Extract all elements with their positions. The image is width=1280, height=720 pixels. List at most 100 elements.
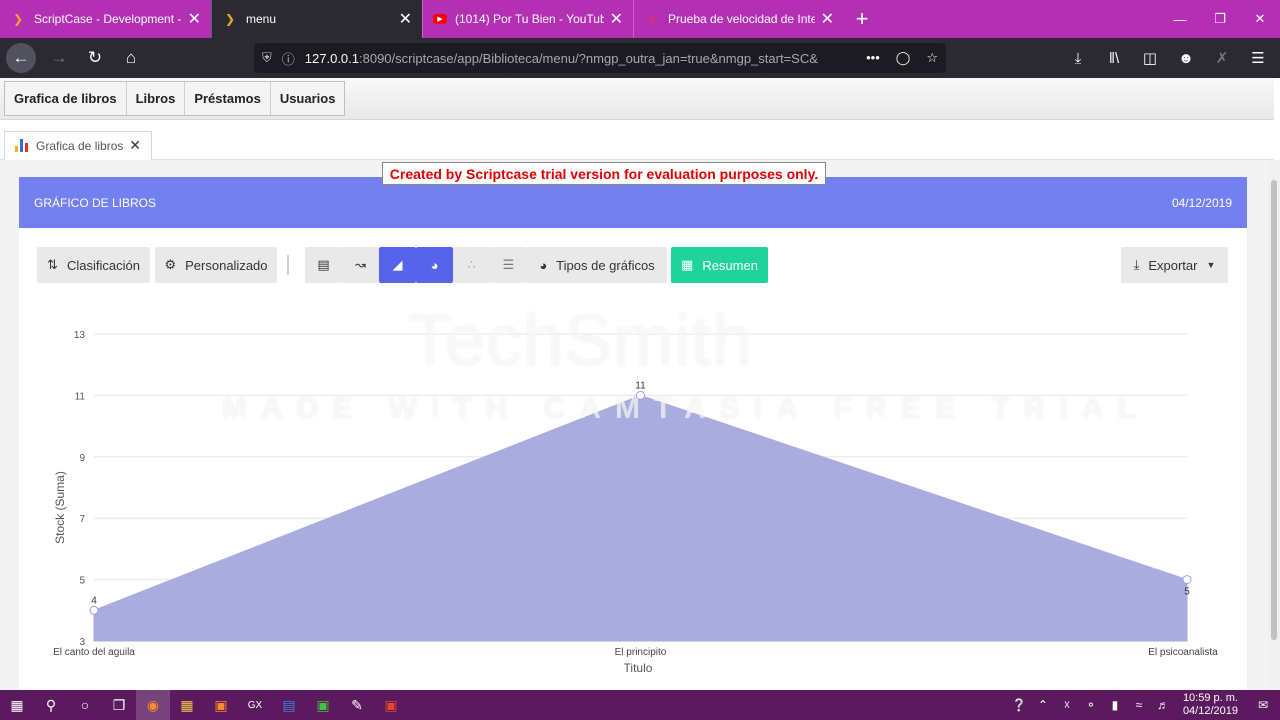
app-icon-red[interactable]: ▣ bbox=[374, 690, 408, 720]
area-chart-type-button[interactable]: ◢ bbox=[379, 247, 416, 283]
pie-chart-type-button[interactable]: ◕ bbox=[416, 247, 453, 283]
url-host: 127.0.0.1 bbox=[304, 50, 359, 66]
table-icon: ▦ bbox=[681, 257, 694, 272]
home-button[interactable]: ⌂ bbox=[114, 41, 148, 75]
clock[interactable]: 10:59 p. m. 04/12/2019 bbox=[1175, 692, 1246, 718]
pocket-icon[interactable]: ◯ bbox=[896, 50, 911, 66]
app-icon-orange[interactable]: ▣ bbox=[204, 690, 238, 720]
windows-start-icon[interactable]: ▦ bbox=[0, 690, 34, 720]
file-explorer-icon[interactable]: ▦ bbox=[170, 690, 204, 720]
library-icon[interactable]: ‖\ bbox=[1096, 41, 1132, 75]
y-tick-label: 7 bbox=[79, 514, 85, 525]
extension-icon[interactable]: ✗ bbox=[1204, 41, 1240, 75]
chevron-up-icon[interactable]: ⌃ bbox=[1031, 698, 1055, 712]
watermark-brand: TechSmith bbox=[408, 301, 754, 381]
menu-item-grafica[interactable]: Grafica de libros bbox=[5, 82, 127, 115]
browser-tab-scriptcase[interactable]: ❯ ScriptCase - Development - a ✕ bbox=[0, 0, 211, 38]
notifications-icon[interactable]: ✉ bbox=[1246, 698, 1280, 712]
scrollbar-thumb[interactable] bbox=[1271, 180, 1277, 640]
chart-types-button[interactable]: ◕ Tipos de gráficos bbox=[527, 247, 667, 283]
app-icon-tool[interactable]: ✎ bbox=[340, 690, 374, 720]
task-view-icon[interactable]: ❐ bbox=[102, 690, 136, 720]
reload-button[interactable]: ↻ bbox=[78, 41, 112, 75]
app-tab-grafica[interactable]: Grafica de libros ✕ bbox=[4, 131, 152, 160]
layers-icon: ☰ bbox=[502, 257, 515, 272]
line-chart-type-button[interactable]: ↝ bbox=[342, 247, 379, 283]
close-tab-icon[interactable]: ✕ bbox=[821, 9, 834, 29]
info-icon[interactable]: ⓘ bbox=[282, 49, 295, 68]
sidebar-icon[interactable]: ◫ bbox=[1132, 41, 1168, 75]
app-icon-gx[interactable]: GX bbox=[238, 690, 272, 720]
window-controls: — ❐ ✕ bbox=[1160, 0, 1280, 38]
forward-button[interactable]: → bbox=[42, 41, 76, 75]
search-icon[interactable]: ⚲ bbox=[34, 690, 68, 720]
camtasia-icon[interactable]: ▣ bbox=[306, 690, 340, 720]
browser-tab-title: (1014) Por Tu Bien - YouTube bbox=[455, 12, 604, 26]
summary-button[interactable]: ▦ Resumen bbox=[671, 247, 768, 283]
clock-date: 04/12/2019 bbox=[1182, 705, 1238, 717]
y-tick-label: 5 bbox=[79, 576, 85, 587]
x-tick-label: El principito bbox=[615, 647, 667, 658]
data-point bbox=[1182, 575, 1192, 585]
close-tab-icon[interactable]: ✕ bbox=[610, 9, 623, 29]
browser-tab-menu[interactable]: ❯ menu ✕ bbox=[211, 0, 422, 38]
bubble-chart-icon: ∴ bbox=[467, 257, 476, 272]
export-button[interactable]: ⤓ Exportar ▼ bbox=[1121, 247, 1228, 283]
stacked-chart-type-button[interactable]: ☰ bbox=[490, 247, 527, 283]
browser-tab-youtube[interactable]: ▶ (1014) Por Tu Bien - YouTube ✕ bbox=[422, 0, 633, 38]
battery-icon[interactable]: ▮ bbox=[1103, 698, 1127, 712]
sort-button[interactable]: ⇅ Clasificación bbox=[37, 247, 150, 283]
sort-label: Clasificación bbox=[66, 257, 140, 273]
firefox-icon[interactable]: ◉ bbox=[136, 690, 170, 720]
app-tab-strip: Grafica de libros ✕ bbox=[0, 120, 1274, 160]
page-scrollbar[interactable] bbox=[1268, 160, 1280, 690]
browser-tab-strip: ❯ ScriptCase - Development - a ✕ ❯ menu … bbox=[0, 0, 1280, 38]
word-icon[interactable]: ▤ bbox=[272, 690, 306, 720]
export-label: Exportar bbox=[1148, 257, 1198, 273]
data-label: 11 bbox=[635, 380, 646, 391]
account-icon[interactable]: ☻ bbox=[1168, 41, 1204, 75]
close-icon[interactable]: ✕ bbox=[129, 137, 141, 154]
new-tab-button[interactable]: + bbox=[844, 0, 880, 38]
app-tab-label: Grafica de libros bbox=[36, 138, 124, 153]
volume-icon[interactable]: ♬ bbox=[1151, 698, 1175, 712]
pie-chart-icon: ◕ bbox=[430, 257, 439, 273]
menu-item-prestamos[interactable]: Préstamos bbox=[185, 82, 271, 115]
url-path: :8090/scriptcase/app/Biblioteca/menu/?nm… bbox=[359, 50, 818, 66]
bubble-chart-type-button[interactable]: ∴ bbox=[453, 247, 490, 283]
menu-item-libros[interactable]: Libros bbox=[127, 82, 186, 115]
download-icon[interactable]: ⤓ bbox=[1060, 41, 1096, 75]
close-tab-icon[interactable]: ✕ bbox=[188, 9, 201, 29]
wifi-icon[interactable]: ≈ bbox=[1127, 698, 1151, 712]
watermark-tagline: MADE WITH CAMTASIA FREE TRIAL bbox=[222, 392, 1150, 425]
custom-button[interactable]: ⚙ Personalizado bbox=[155, 247, 277, 283]
restore-icon[interactable]: ❐ bbox=[1200, 0, 1240, 38]
app-menu-bar: Grafica de libros Libros Préstamos Usuar… bbox=[0, 78, 1274, 120]
url-bar[interactable]: ⛨ ⓘ 127.0.0.1 :8090/scriptcase/app/Bibli… bbox=[254, 43, 946, 73]
back-button[interactable]: ← bbox=[6, 43, 36, 73]
download-icon: ⤓ bbox=[1133, 257, 1140, 272]
hamburger-menu-icon[interactable]: ☰ bbox=[1240, 41, 1276, 75]
browser-tab-speedtest[interactable]: ◕ Prueba de velocidad de Intern ✕ bbox=[633, 0, 844, 38]
youtube-icon: ▶ bbox=[433, 14, 447, 24]
microphone-icon[interactable]: ⚬ bbox=[1079, 698, 1103, 712]
close-tab-icon[interactable]: ✕ bbox=[399, 9, 412, 29]
y-tick-label: 11 bbox=[75, 391, 86, 402]
bookmark-star-icon[interactable]: ☆ bbox=[926, 50, 938, 66]
bar-chart-icon bbox=[15, 139, 28, 152]
caret-down-icon: ▼ bbox=[1206, 260, 1216, 270]
bar-chart-type-button[interactable]: ▤ bbox=[305, 247, 342, 283]
menu-item-usuarios[interactable]: Usuarios bbox=[271, 82, 345, 115]
system-tray: ❔ ⌃ ☓ ⚬ ▮ ≈ ♬ 10:59 p. m. 04/12/2019 ✉ bbox=[1007, 692, 1280, 718]
bar-chart-icon: ▤ bbox=[317, 257, 330, 272]
network-off-icon[interactable]: ☓ bbox=[1055, 698, 1079, 712]
minimize-icon[interactable]: — bbox=[1160, 0, 1200, 38]
browser-nav-bar: ← → ↻ ⌂ ⛨ ⓘ 127.0.0.1 :8090/scriptcase/a… bbox=[0, 38, 1280, 78]
shield-icon[interactable]: ⛨ bbox=[262, 50, 272, 66]
trial-notice: Created by Scriptcase trial version for … bbox=[382, 162, 826, 185]
cortana-icon[interactable]: ○ bbox=[68, 690, 102, 720]
help-icon[interactable]: ❔ bbox=[1007, 698, 1031, 712]
more-actions-icon[interactable]: ••• bbox=[866, 50, 880, 66]
browser-tab-title: Prueba de velocidad de Intern bbox=[668, 12, 815, 26]
close-window-icon[interactable]: ✕ bbox=[1240, 0, 1280, 38]
